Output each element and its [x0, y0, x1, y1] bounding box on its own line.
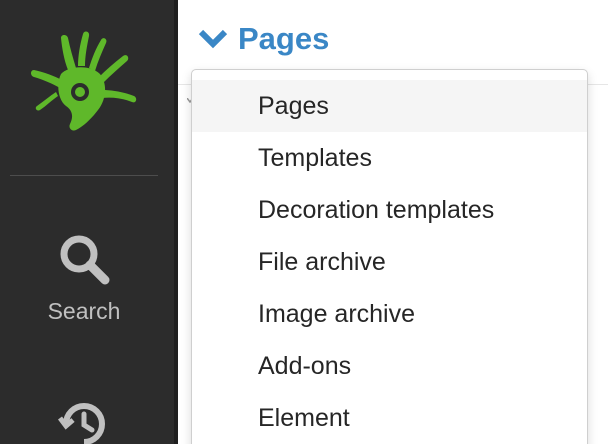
- dropdown-item-file-archive[interactable]: File archive: [192, 236, 587, 288]
- page-title[interactable]: Pages: [238, 21, 329, 57]
- section-dropdown-menu: Pages Templates Decoration templates Fil…: [191, 69, 588, 444]
- section-switcher[interactable]: Pages: [198, 18, 329, 60]
- dropdown-item-add-ons[interactable]: Add-ons: [192, 340, 587, 392]
- main-content: Pages Pages Templates Decoration templat…: [178, 0, 608, 444]
- sidebar-search-label[interactable]: Search: [0, 298, 168, 325]
- hand-logo-icon[interactable]: [28, 30, 138, 135]
- dropdown-item-decoration-templates[interactable]: Decoration templates: [192, 184, 587, 236]
- history-clock-icon[interactable]: [56, 396, 112, 444]
- dropdown-item-templates[interactable]: Templates: [192, 132, 587, 184]
- dropdown-item-pages[interactable]: Pages: [192, 80, 587, 132]
- chevron-down-icon[interactable]: [198, 28, 228, 50]
- dropdown-item-element[interactable]: Element: [192, 392, 587, 444]
- app-window: Search Pages Pages Templates Decoration …: [0, 0, 608, 444]
- sidebar-divider: [10, 175, 158, 176]
- search-icon[interactable]: [58, 233, 110, 285]
- dropdown-item-image-archive[interactable]: Image archive: [192, 288, 587, 340]
- sidebar: Search: [0, 0, 174, 444]
